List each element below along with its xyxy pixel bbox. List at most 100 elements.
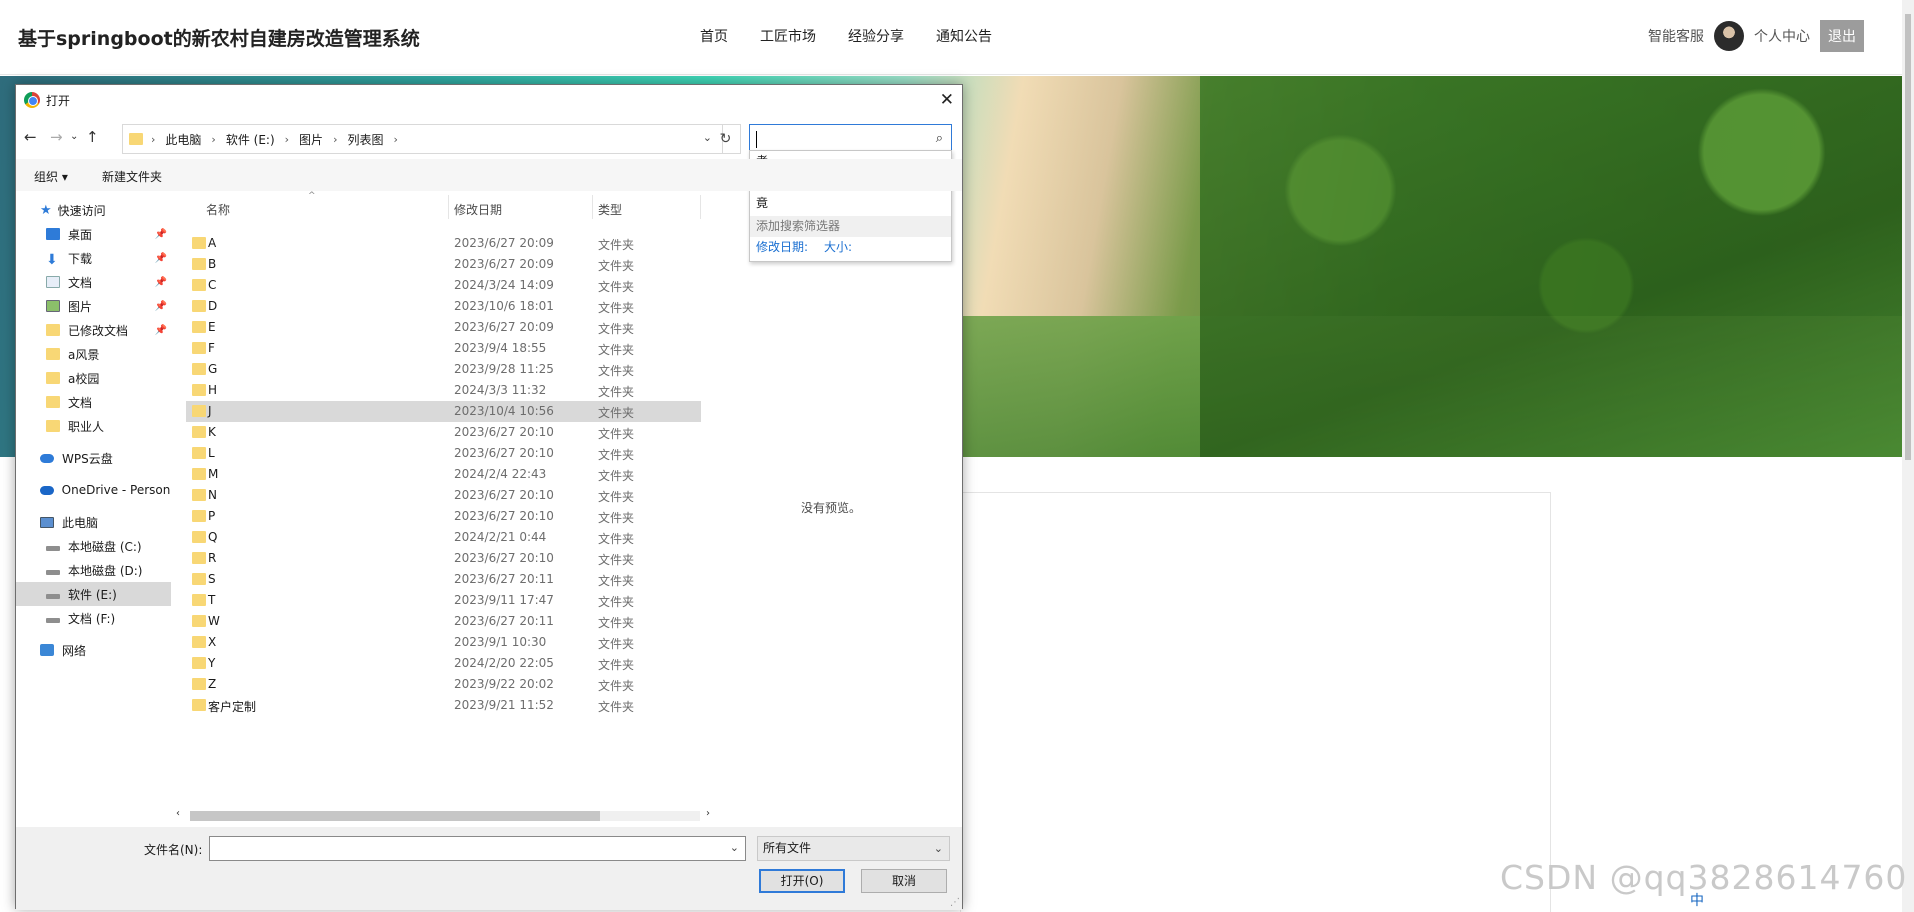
chevron-right-icon[interactable]: › [333, 133, 337, 146]
sidebar-item-pictures[interactable]: 图片 📌 [16, 294, 171, 318]
file-row[interactable]: D 2023/10/6 18:01 文件夹 [186, 296, 701, 317]
pin-icon[interactable]: 📌 [155, 277, 167, 288]
search-suggestion-item[interactable]: 竟 [750, 193, 951, 214]
back-arrow-icon[interactable]: ← [24, 128, 37, 146]
pin-icon[interactable]: 📌 [155, 325, 167, 336]
file-row[interactable]: W 2023/6/27 20:11 文件夹 [186, 611, 701, 632]
file-row[interactable]: K 2023/6/27 20:10 文件夹 [186, 422, 701, 443]
chevron-down-icon[interactable]: ⌄ [730, 841, 739, 854]
file-row[interactable]: P 2023/6/27 20:10 文件夹 [186, 506, 701, 527]
page-scrollbar[interactable] [1902, 0, 1914, 912]
sidebar-item-downloads[interactable]: ⬇ 下载 📌 [16, 246, 171, 270]
filetype-select[interactable]: 所有文件 ⌄ [757, 836, 950, 861]
sidebar-item-a-campus[interactable]: a校园 [16, 366, 171, 390]
resize-grip-icon[interactable]: ⋰ [950, 897, 960, 908]
chevron-right-icon[interactable]: › [211, 133, 215, 146]
sidebar-item-docs-folder[interactable]: 文档 [16, 390, 171, 414]
pin-icon[interactable]: 📌 [155, 253, 167, 264]
column-divider[interactable] [592, 195, 593, 219]
cancel-button[interactable]: 取消 [861, 869, 947, 893]
file-row[interactable]: T 2023/9/11 17:47 文件夹 [186, 590, 701, 611]
file-row[interactable]: N 2023/6/27 20:10 文件夹 [186, 485, 701, 506]
file-row[interactable]: F 2023/9/4 18:55 文件夹 [186, 338, 701, 359]
avatar[interactable] [1714, 21, 1744, 51]
pin-icon[interactable]: 📌 [155, 301, 167, 312]
chevron-down-icon[interactable]: ⌄ [934, 837, 943, 860]
logout-button[interactable]: 退出 [1820, 20, 1864, 52]
file-row[interactable]: M 2024/2/4 22:43 文件夹 [186, 464, 701, 485]
pin-icon[interactable]: 📌 [155, 229, 167, 240]
filename-input[interactable]: ⌄ [209, 836, 746, 861]
open-button[interactable]: 打开(O) [759, 869, 845, 893]
dialog-titlebar[interactable]: 打开 ✕ [16, 85, 962, 115]
column-header-date[interactable]: 修改日期 [454, 201, 502, 218]
file-row[interactable]: B 2023/6/27 20:09 文件夹 [186, 254, 701, 275]
file-row[interactable]: E 2023/6/27 20:09 文件夹 [186, 317, 701, 338]
filter-date-modified-link[interactable]: 修改日期: [756, 237, 808, 257]
nav-announcements[interactable]: 通知公告 [936, 26, 992, 46]
recent-dropdown-icon[interactable]: ⌄ [70, 131, 78, 142]
file-row[interactable]: H 2024/3/3 11:32 文件夹 [186, 380, 701, 401]
chevron-right-icon[interactable]: › [151, 133, 155, 146]
search-icon[interactable]: ⌕ [936, 131, 943, 146]
forward-arrow-icon[interactable]: → [50, 128, 63, 146]
horizontal-scrollbar[interactable]: ‹ › [176, 808, 716, 823]
nav-experience-share[interactable]: 经验分享 [848, 26, 904, 46]
file-row[interactable]: G 2023/9/28 11:25 文件夹 [186, 359, 701, 380]
sidebar-item-drive-d[interactable]: 本地磁盘 (D:) [16, 558, 171, 582]
file-row[interactable]: S 2023/6/27 20:11 文件夹 [186, 569, 701, 590]
nav-home[interactable]: 首页 [700, 26, 728, 46]
column-divider[interactable] [448, 195, 449, 219]
refresh-icon[interactable]: ↻ [711, 124, 741, 154]
chevron-right-icon[interactable]: › [285, 133, 289, 146]
sidebar-item-wps-cloud[interactable]: WPS云盘 [16, 446, 171, 470]
nav-craftsman-market[interactable]: 工匠市场 [760, 26, 816, 46]
file-row[interactable]: Y 2024/2/20 22:05 文件夹 [186, 653, 701, 674]
scroll-left-icon[interactable]: ‹ [176, 808, 180, 819]
file-row[interactable]: L 2023/6/27 20:10 文件夹 [186, 443, 701, 464]
breadcrumb-this-pc[interactable]: 此电脑 [165, 131, 201, 148]
scroll-right-icon[interactable]: › [706, 808, 710, 819]
file-row[interactable]: C 2024/3/24 14:09 文件夹 [186, 275, 701, 296]
file-row[interactable]: J 2023/10/4 10:56 文件夹 [186, 401, 701, 422]
sidebar-item-drive-e[interactable]: 软件 (E:) [16, 582, 171, 606]
sidebar-item-quick-access[interactable]: ★ 快速访问 [16, 198, 171, 222]
organize-menu[interactable]: 组织 ▾ [34, 168, 68, 185]
file-row[interactable]: R 2023/6/27 20:10 文件夹 [186, 548, 701, 569]
sidebar-item-network[interactable]: 网络 [16, 638, 171, 662]
sidebar-item-documents[interactable]: 文档 📌 [16, 270, 171, 294]
chat-service-link[interactable]: 智能客服 [1648, 26, 1704, 46]
file-row[interactable]: X 2023/9/1 10:30 文件夹 [186, 632, 701, 653]
sidebar-item-drive-c[interactable]: 本地磁盘 (C:) [16, 534, 171, 558]
sidebar-item-this-pc[interactable]: 此电脑 [16, 510, 171, 534]
file-row[interactable]: Z 2023/9/22 20:02 文件夹 [186, 674, 701, 695]
up-arrow-icon[interactable]: ↑ [86, 128, 99, 146]
address-bar[interactable]: › 此电脑 › 软件 (E:) › 图片 › 列表图 › ⌄ [122, 124, 723, 154]
sidebar-item-onedrive[interactable]: OneDrive - Persona [16, 478, 171, 502]
file-row[interactable]: 客户定制 2023/9/21 11:52 文件夹 [186, 695, 701, 716]
scrollbar-thumb[interactable] [190, 811, 600, 821]
new-folder-button[interactable]: 新建文件夹 [102, 168, 162, 185]
file-name: P [208, 509, 216, 523]
breadcrumb-list-images[interactable]: 列表图 [347, 131, 383, 148]
ime-toolbar[interactable]: 中 [1690, 890, 1704, 910]
column-header-type[interactable]: 类型 [598, 201, 622, 218]
ime-mode-indicator[interactable]: 中 [1690, 890, 1704, 910]
sidebar-item-desktop[interactable]: 桌面 📌 [16, 222, 171, 246]
file-row[interactable]: A 2023/6/27 20:09 文件夹 [186, 233, 701, 254]
sidebar-item-a-scenery[interactable]: a风景 [16, 342, 171, 366]
page-scrollbar-thumb[interactable] [1905, 14, 1911, 460]
file-date: 2024/2/20 22:05 [454, 656, 554, 670]
filter-size-link[interactable]: 大小: [824, 237, 852, 257]
sidebar-item-professional[interactable]: 职业人 [16, 414, 171, 438]
close-icon[interactable]: ✕ [940, 90, 954, 110]
column-divider[interactable] [700, 195, 701, 219]
chevron-right-icon[interactable]: › [393, 133, 397, 146]
file-row[interactable]: Q 2024/2/21 0:44 文件夹 [186, 527, 701, 548]
sidebar-item-modified-docs[interactable]: 已修改文档 📌 [16, 318, 171, 342]
breadcrumb-drive-e[interactable]: 软件 (E:) [226, 131, 275, 148]
column-header-name[interactable]: 名称 [206, 201, 230, 218]
breadcrumb-pictures[interactable]: 图片 [299, 131, 323, 148]
profile-link[interactable]: 个人中心 [1754, 26, 1810, 46]
sidebar-item-drive-f[interactable]: 文档 (F:) [16, 606, 171, 630]
